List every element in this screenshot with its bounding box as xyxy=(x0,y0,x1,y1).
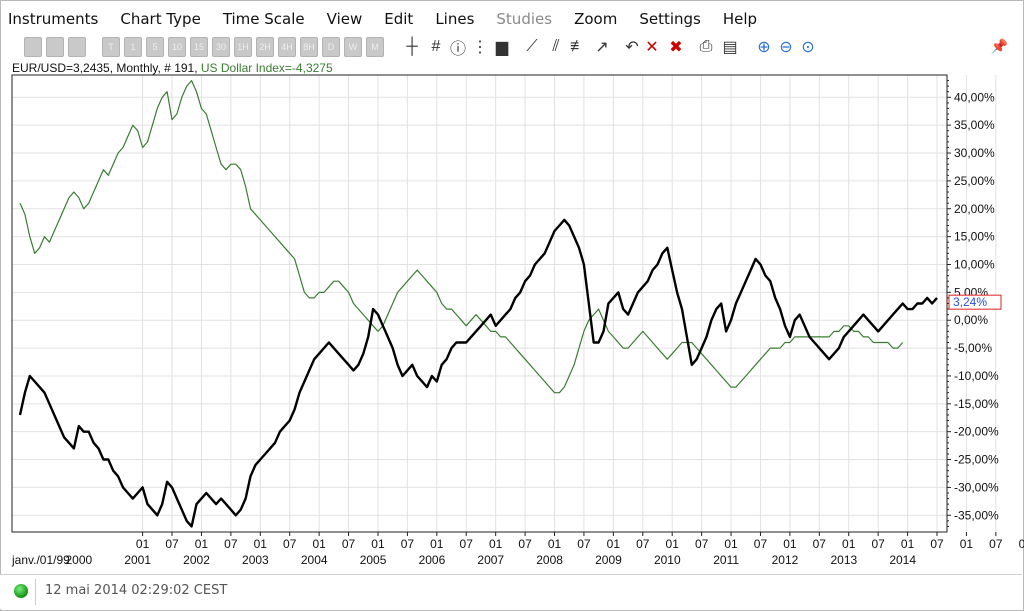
x-month-label: 07 xyxy=(871,537,885,551)
x-month-label: 01 xyxy=(901,537,915,551)
x-month-label: 01 xyxy=(960,537,974,551)
y-tick-label: 10,00% xyxy=(954,257,995,271)
x-month-label: 07 xyxy=(930,537,944,551)
x-month-label: 01 xyxy=(371,537,385,551)
y-tick-label: 30,00% xyxy=(954,146,995,160)
x-month-label: 01 xyxy=(430,537,444,551)
x-month-label: 01 xyxy=(254,537,268,551)
y-tick-label: -30,00% xyxy=(954,480,999,494)
x-year-label: 2006 xyxy=(419,553,446,567)
x-month-label: 01 xyxy=(548,537,562,551)
x-month-label: 07 xyxy=(813,537,827,551)
x-month-label: 07 xyxy=(636,537,650,551)
x-year-label: 2000 xyxy=(65,553,92,567)
x-year-label: 2001 xyxy=(124,553,151,567)
x-month-label: 01 xyxy=(1019,537,1024,551)
y-tick-label: 25,00% xyxy=(954,174,995,188)
y-tick-label: -5,00% xyxy=(954,341,992,355)
x-month-label: 01 xyxy=(607,537,621,551)
x-month-label: 07 xyxy=(165,537,179,551)
y-tick-label: 40,00% xyxy=(954,90,995,104)
x-year-label: 2003 xyxy=(242,553,269,567)
x-month-label: 07 xyxy=(754,537,768,551)
x-year-label: 2005 xyxy=(360,553,387,567)
y-tick-label: 15,00% xyxy=(954,230,995,244)
x-month-label: 07 xyxy=(695,537,709,551)
x-month-label: 01 xyxy=(783,537,797,551)
x-month-label: 01 xyxy=(136,537,150,551)
x-year-label: 2008 xyxy=(536,553,563,567)
x-month-label: 01 xyxy=(842,537,856,551)
x-month-label: 07 xyxy=(518,537,532,551)
x-year-label: 2009 xyxy=(595,553,622,567)
x-month-label: 01 xyxy=(724,537,738,551)
x-year-label: 2004 xyxy=(301,553,328,567)
x-year-label: janv./01/99 xyxy=(11,553,70,567)
x-year-label: 2013 xyxy=(830,553,857,567)
x-month-label: 01 xyxy=(666,537,680,551)
y-tick-label: 35,00% xyxy=(954,118,995,132)
x-month-label: 07 xyxy=(224,537,238,551)
y-tick-label: -20,00% xyxy=(954,425,999,439)
connection-status-icon xyxy=(14,584,28,598)
current-value-label: 3,24% xyxy=(953,295,987,309)
x-month-label: 07 xyxy=(460,537,474,551)
x-month-label: 07 xyxy=(342,537,356,551)
x-month-label: 07 xyxy=(283,537,297,551)
x-month-label: 01 xyxy=(195,537,209,551)
x-month-label: 07 xyxy=(989,537,1003,551)
y-tick-label: 20,00% xyxy=(954,202,995,216)
x-year-label: 2014 xyxy=(889,553,916,567)
status-divider xyxy=(35,579,36,605)
chart-area[interactable]: 40,00% 35,00% 30,00% 25,00% 20,00% 15,00% 10,0… xyxy=(0,0,1024,570)
x-year-label: 2002 xyxy=(183,553,210,567)
x-year-label: 2007 xyxy=(477,553,504,567)
plot-background xyxy=(12,75,947,532)
y-tick-label: 0,00% xyxy=(954,313,988,327)
status-timestamp: 12 mai 2014 02:29:02 CEST xyxy=(45,583,228,598)
x-year-label: 2011 xyxy=(713,553,739,567)
y-tick-label: -10,00% xyxy=(954,369,999,383)
x-month-label: 01 xyxy=(312,537,326,551)
x-month-label: 07 xyxy=(577,537,591,551)
y-tick-label: -25,00% xyxy=(954,453,999,467)
status-bar: 12 mai 2014 02:29:02 CEST xyxy=(0,574,1022,609)
y-tick-label: -35,00% xyxy=(954,508,999,522)
x-year-label: 2012 xyxy=(772,553,799,567)
x-month-label: 01 xyxy=(489,537,503,551)
x-month-label: 07 xyxy=(401,537,415,551)
y-tick-label: -15,00% xyxy=(954,397,999,411)
x-year-label: 2010 xyxy=(654,553,681,567)
